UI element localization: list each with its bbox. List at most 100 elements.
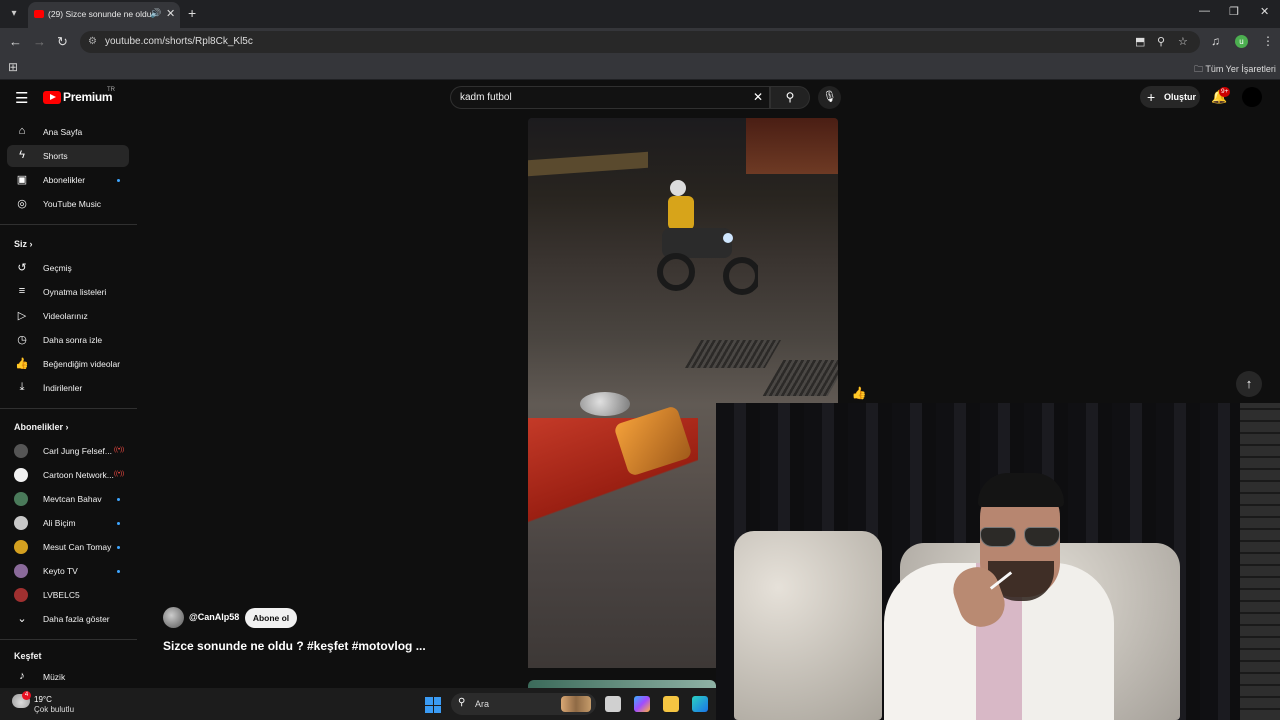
sidebar-channel[interactable]: Carl Jung Felsef... ((•)) <box>7 440 129 462</box>
media-control-icon[interactable]: ♫ <box>1211 34 1220 48</box>
weather-temp[interactable]: 19°C <box>34 695 52 704</box>
mic-icon: 🎙 <box>822 91 837 103</box>
voice-search-button[interactable]: 🎙 <box>818 86 841 109</box>
sidebar-section-you[interactable]: Siz › <box>14 239 33 249</box>
chevron-down-icon: ⌄ <box>17 613 27 625</box>
windows-start-icon[interactable] <box>425 697 441 713</box>
arrow-up-icon: ↑ <box>1245 376 1253 391</box>
sidebar-item-label: Ana Sayfa <box>43 127 83 137</box>
channel-avatar <box>14 492 28 506</box>
browser-tab[interactable]: (29) Sizce sonunde ne oldu 🔊 ✕ <box>28 2 180 28</box>
search-query: kadm futbol <box>460 92 512 103</box>
new-content-dot <box>117 522 120 525</box>
channel-name: Cartoon Network... <box>43 470 114 480</box>
apps-grid-icon[interactable]: ⊞ <box>8 60 18 74</box>
section-title: Siz <box>14 239 28 249</box>
sidebar-item-playlists[interactable]: ≡ Oynatma listeleri <box>7 281 129 303</box>
all-bookmarks-button[interactable]: 🗀 Tüm Yer İşaretleri <box>1194 62 1276 78</box>
sidebar-item-label: Beğendiğim videolar <box>43 359 121 369</box>
task-view-icon[interactable] <box>605 696 621 712</box>
back-icon[interactable]: ← <box>9 34 22 49</box>
create-button[interactable]: + Oluştur <box>1140 86 1200 108</box>
sidebar-channel[interactable]: Keyto TV <box>7 560 129 582</box>
minimize-icon[interactable]: — <box>1199 5 1210 17</box>
motorcycle-rider-image <box>657 180 758 295</box>
sidebar-channel[interactable]: Cartoon Network... ((•)) <box>7 464 129 486</box>
edge-browser-icon[interactable] <box>692 696 708 712</box>
restore-icon[interactable]: ❐ <box>1229 5 1239 18</box>
copilot-icon[interactable] <box>634 696 650 712</box>
taskbar-search[interactable]: ⚲ Ara <box>451 693 596 715</box>
video-drain-grate <box>762 360 838 396</box>
search-input[interactable]: kadm futbol ✕ <box>450 86 770 109</box>
tab-close-icon[interactable]: ✕ <box>166 7 175 20</box>
reload-icon[interactable]: ↻ <box>57 34 68 50</box>
address-bar[interactable]: ⚙ youtube.com/shorts/Rpl8Ck_Kl5c ⬒ ⚲ ☆ <box>80 31 1200 53</box>
sidebar-item-shorts[interactable]: ϟ Shorts <box>7 145 129 167</box>
account-avatar[interactable] <box>1242 87 1262 107</box>
channel-name: Mesut Can Tomay <box>43 542 112 552</box>
sidebar-item-history[interactable]: ↺ Geçmiş <box>7 257 129 279</box>
search-icon: ⚲ <box>785 90 795 104</box>
browser-toolbar: ← → ↻ ⚙ youtube.com/shorts/Rpl8Ck_Kl5c ⬒… <box>0 28 1280 56</box>
sidebar-channel[interactable]: Mevtcan Bahav <box>7 488 129 510</box>
zoom-icon[interactable]: ⚲ <box>1157 35 1165 48</box>
window-close-icon[interactable]: ✕ <box>1260 5 1269 18</box>
new-content-dot <box>117 498 120 501</box>
guide-menu-icon[interactable]: ☰ <box>15 89 28 107</box>
youtube-logo-icon[interactable] <box>43 91 61 104</box>
browser-menu-icon[interactable]: ⋮ <box>1262 34 1274 48</box>
profile-avatar[interactable]: u <box>1235 35 1248 48</box>
sidebar-item-downloads[interactable]: ⤓ İndirilenler <box>7 377 129 399</box>
site-info-icon[interactable]: ⚙ <box>88 36 97 47</box>
tab-list-button[interactable]: ▾ <box>6 6 22 22</box>
sidebar-item-youtube-music[interactable]: ◎ YouTube Music <box>7 193 129 215</box>
scroll-up-button[interactable]: ↑ <box>1236 371 1262 397</box>
search-highlight-image <box>561 696 591 712</box>
channel-avatar <box>14 444 28 458</box>
sidebar-item-subscriptions[interactable]: ▣ Abonelikler <box>7 169 129 191</box>
search-icon: ⚲ <box>458 697 466 708</box>
bookmark-star-icon[interactable]: ☆ <box>1178 35 1188 48</box>
new-tab-button[interactable]: + <box>188 5 196 21</box>
logo-text[interactable]: Premium <box>63 90 113 104</box>
sidebar-item-label: Oynatma listeleri <box>43 287 107 297</box>
short-title[interactable]: Sizce sonunde ne oldu ? #keşfet #motovlo… <box>163 639 426 653</box>
search-button[interactable]: ⚲ <box>770 86 810 109</box>
sidebar-item-watch-later[interactable]: ◷ Daha sonra izle <box>7 329 129 351</box>
sidebar-channel[interactable]: LVBELC5 <box>7 584 129 606</box>
create-label: Oluştur <box>1164 92 1197 102</box>
forward-icon[interactable]: → <box>33 34 46 49</box>
channel-avatar <box>14 564 28 578</box>
weather-badge: 4 <box>22 691 31 700</box>
sidebar-item-your-videos[interactable]: ▷ Videolarınız <box>7 305 129 327</box>
sidebar-item-liked-videos[interactable]: 👍 Beğendiğim videolar <box>7 353 129 375</box>
sidebar-item-home[interactable]: ⌂ Ana Sayfa <box>7 121 129 143</box>
folder-icon: 🗀 <box>1194 64 1206 74</box>
all-bookmarks-label: Tüm Yer İşaretleri <box>1205 64 1276 74</box>
like-button[interactable]: 👍 <box>849 386 869 404</box>
channel-name: Keyto TV <box>43 566 78 576</box>
webcam-hat <box>978 473 1064 507</box>
sidebar-section-explore: Keşfet <box>14 651 42 661</box>
weather-desc[interactable]: Çok bulutlu <box>34 705 74 714</box>
channel-handle[interactable]: @CanAlp58 <box>189 612 239 622</box>
plus-icon: + <box>1147 89 1156 105</box>
file-explorer-icon[interactable] <box>663 696 679 712</box>
sidebar-show-more[interactable]: ⌄ Daha fazla göster <box>7 608 129 630</box>
sidebar-channel[interactable]: Ali Biçim <box>7 512 129 534</box>
channel-name: Ali Biçim <box>43 518 76 528</box>
channel-name: Mevtcan Bahav <box>43 494 102 504</box>
chevron-right-icon: › <box>65 422 69 432</box>
new-content-dot <box>117 570 120 573</box>
audio-playing-icon[interactable]: 🔊 <box>150 8 161 19</box>
history-icon: ↺ <box>17 262 27 274</box>
sidebar-item-music[interactable]: ♪ Müzik <box>7 666 129 688</box>
shorts-icon: ϟ <box>19 149 25 161</box>
sidebar-channel[interactable]: Mesut Can Tomay <box>7 536 129 558</box>
subscribe-button[interactable]: Abone ol <box>245 608 297 628</box>
sidebar-section-subscriptions[interactable]: Abonelikler › <box>14 422 69 432</box>
channel-avatar[interactable] <box>163 607 184 628</box>
install-app-icon[interactable]: ⬒ <box>1135 35 1145 48</box>
clear-search-icon[interactable]: ✕ <box>753 90 763 104</box>
